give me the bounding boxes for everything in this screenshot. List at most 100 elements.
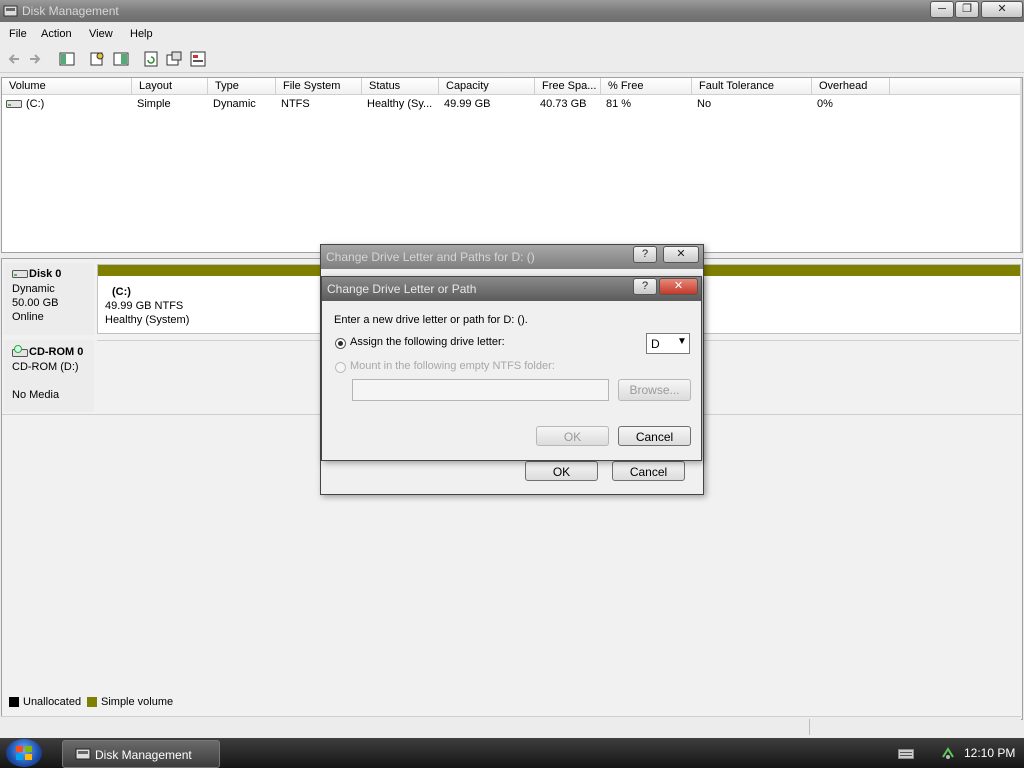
volume-list[interactable]: Volume Layout Type File System Status Ca… bbox=[1, 77, 1023, 253]
cell-overhead: 0% bbox=[817, 98, 833, 110]
taskbar: Disk Management 12:10 PM bbox=[0, 738, 1024, 768]
status-divider bbox=[809, 719, 810, 735]
disk0-state: Online bbox=[12, 311, 44, 323]
menu-action[interactable]: Action bbox=[41, 28, 72, 40]
unallocated-swatch bbox=[9, 697, 19, 707]
help-pane-icon[interactable] bbox=[113, 51, 129, 67]
column-header-volume[interactable]: Volume bbox=[2, 78, 132, 95]
front-dialog-close-button[interactable]: ✕ bbox=[659, 278, 698, 295]
back-dialog-help-button[interactable]: ? bbox=[633, 246, 657, 263]
column-header-status[interactable]: Status bbox=[362, 78, 439, 95]
legend-simple-volume: Simple volume bbox=[101, 696, 174, 708]
mount-folder-radio[interactable] bbox=[335, 362, 346, 373]
clock: 12:10 PM bbox=[964, 746, 1016, 760]
column-header-free-space[interactable]: Free Spa... bbox=[535, 78, 601, 95]
front-dialog-title: Change Drive Letter or Path bbox=[327, 282, 477, 296]
drive-letter-value: D bbox=[651, 337, 660, 351]
back-dialog-close-button[interactable]: ✕ bbox=[663, 246, 699, 263]
cdrom0-drive: CD-ROM (D:) bbox=[12, 361, 79, 373]
hard-drive-icon bbox=[6, 100, 22, 108]
column-header-capacity[interactable]: Capacity bbox=[439, 78, 535, 95]
help-icon: ? bbox=[641, 248, 649, 260]
menu-view[interactable]: View bbox=[89, 28, 113, 40]
dialog-prompt: Enter a new drive letter or path for D: … bbox=[334, 314, 528, 326]
cell-type: Dynamic bbox=[213, 98, 256, 110]
close-icon: ✕ bbox=[676, 248, 686, 260]
disk0-type: Dynamic bbox=[12, 283, 55, 295]
partition-status: Healthy (System) bbox=[105, 314, 190, 326]
minimize-icon: ─ bbox=[938, 3, 946, 15]
settings-icon[interactable] bbox=[190, 51, 206, 67]
cdrom0-media: No Media bbox=[12, 389, 60, 401]
taskbar-item-disk-management[interactable]: Disk Management bbox=[62, 740, 220, 768]
folder-path-input[interactable] bbox=[352, 379, 609, 401]
rescan-icon[interactable] bbox=[166, 51, 182, 67]
cell-layout: Simple bbox=[137, 98, 171, 110]
change-drive-letter-dialog: Change Drive Letter or Path ? ✕ Enter a … bbox=[321, 276, 702, 461]
cell-status: Healthy (Sy... bbox=[367, 98, 433, 110]
disk-management-icon bbox=[3, 5, 18, 17]
drive-letter-select[interactable]: D ▼ bbox=[646, 333, 690, 354]
back-dialog-title: Change Drive Letter and Paths for D: () bbox=[326, 250, 535, 264]
cdrom0-name: CD-ROM 0 bbox=[29, 346, 84, 358]
disk-icon bbox=[12, 270, 28, 278]
refresh-icon[interactable] bbox=[143, 51, 159, 67]
column-header-file-system[interactable]: File System bbox=[276, 78, 362, 95]
column-header-type[interactable]: Type bbox=[208, 78, 276, 95]
front-dialog-help-button[interactable]: ? bbox=[633, 278, 657, 295]
column-header-filler bbox=[890, 78, 1022, 95]
disk0-size: 50.00 GB bbox=[12, 297, 59, 309]
back-dialog-ok-button[interactable]: OK bbox=[525, 461, 598, 481]
menu-help[interactable]: Help bbox=[130, 28, 153, 40]
network-icon[interactable] bbox=[940, 745, 956, 761]
help-icon: ? bbox=[641, 280, 649, 292]
close-button[interactable]: ✕ bbox=[981, 1, 1023, 18]
list-scrollbar[interactable] bbox=[1020, 78, 1022, 252]
column-header-overhead[interactable]: Overhead bbox=[812, 78, 890, 95]
ok-button[interactable]: OK bbox=[536, 426, 609, 446]
menu-file[interactable]: File bbox=[9, 28, 27, 40]
cancel-button[interactable]: Cancel bbox=[618, 426, 691, 446]
toolbar bbox=[0, 46, 1024, 73]
keyboard-icon[interactable] bbox=[898, 749, 914, 759]
windows-logo-icon bbox=[16, 746, 32, 760]
cell-fault-tolerance: No bbox=[697, 98, 712, 110]
cell-file-system: NTFS bbox=[281, 98, 310, 110]
maximize-button[interactable]: ❐ bbox=[955, 1, 979, 18]
disk-management-icon bbox=[75, 748, 91, 760]
column-header-percent-free[interactable]: % Free bbox=[601, 78, 692, 95]
close-icon: ✕ bbox=[997, 3, 1007, 15]
cell-free-space: 40.73 GB bbox=[540, 98, 587, 110]
disk0-name: Disk 0 bbox=[29, 268, 62, 280]
browse-button[interactable]: Browse... bbox=[618, 379, 691, 401]
partition-size: 49.99 GB NTFS bbox=[105, 300, 184, 312]
mount-folder-label: Mount in the following empty NTFS folder… bbox=[350, 360, 555, 372]
start-button[interactable] bbox=[6, 739, 42, 767]
title-bar: Disk Management ─ ❐ ✕ bbox=[0, 0, 1024, 22]
status-bar bbox=[1, 716, 1021, 737]
cdrom-icon bbox=[12, 345, 28, 357]
close-icon: ✕ bbox=[673, 280, 684, 292]
cdrom0-label[interactable]: CD-ROM 0 CD-ROM (D:) No Media bbox=[4, 340, 94, 412]
minimize-button[interactable]: ─ bbox=[930, 1, 954, 18]
assign-letter-radio[interactable] bbox=[335, 338, 346, 349]
menu-bar: File Action View Help bbox=[0, 22, 1024, 46]
window-title: Disk Management bbox=[22, 4, 119, 18]
column-header-fault-tolerance[interactable]: Fault Tolerance bbox=[692, 78, 812, 95]
back-arrow-icon[interactable] bbox=[6, 51, 22, 67]
simple-volume-swatch bbox=[87, 697, 97, 707]
assign-letter-label[interactable]: Assign the following drive letter: bbox=[350, 336, 505, 348]
disk0-label[interactable]: Disk 0 Dynamic 50.00 GB Online bbox=[4, 263, 94, 335]
legend-unallocated: Unallocated bbox=[23, 696, 82, 708]
legend: Unallocated Simple volume bbox=[1, 693, 1021, 713]
chevron-down-icon: ▼ bbox=[677, 336, 687, 347]
partition-label: (C:) bbox=[112, 286, 131, 298]
cell-capacity: 49.99 GB bbox=[444, 98, 491, 110]
properties-icon[interactable] bbox=[89, 51, 105, 67]
cell-percent-free: 81 % bbox=[606, 98, 632, 110]
back-dialog-cancel-button[interactable]: Cancel bbox=[612, 461, 685, 481]
forward-arrow-icon[interactable] bbox=[27, 51, 43, 67]
show-hide-tree-icon[interactable] bbox=[59, 51, 75, 67]
column-header-layout[interactable]: Layout bbox=[132, 78, 208, 95]
table-row[interactable]: (C:) Simple Dynamic NTFS Healthy (Sy... … bbox=[2, 96, 1022, 112]
